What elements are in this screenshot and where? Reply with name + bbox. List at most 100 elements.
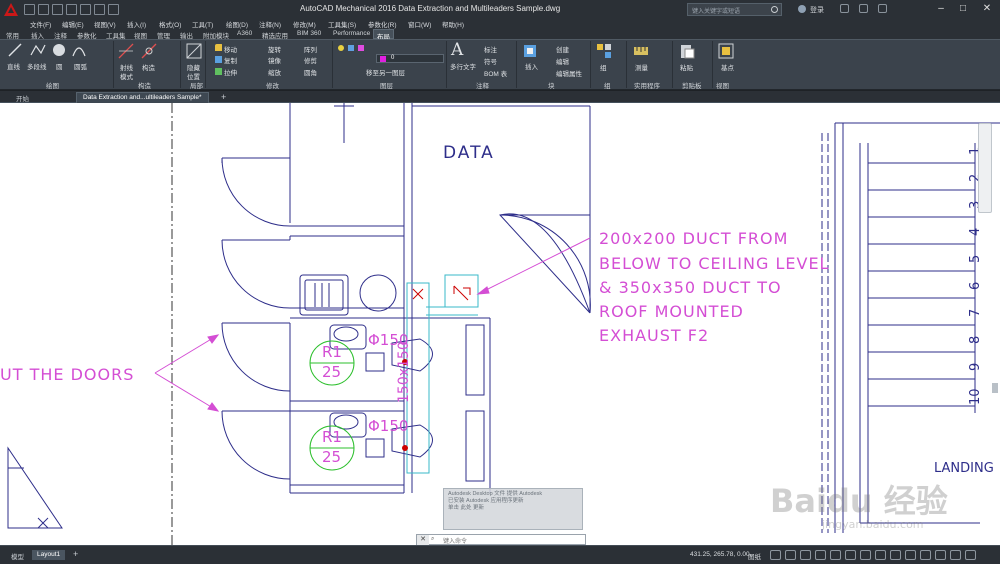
- snap-icon[interactable]: [785, 550, 796, 560]
- tab-performance[interactable]: Performance: [330, 29, 373, 39]
- polyline-button[interactable]: 多段线: [27, 61, 47, 71]
- insert-block-icon[interactable]: [522, 43, 538, 59]
- command-input[interactable]: 键入命令: [443, 536, 467, 545]
- print-icon[interactable]: [80, 4, 91, 15]
- lineweight-icon[interactable]: [845, 550, 856, 560]
- draw-group-label[interactable]: 绘图: [46, 80, 59, 90]
- ray-icon[interactable]: [118, 43, 134, 59]
- arc-button[interactable]: 圆弧: [74, 61, 87, 71]
- view-group-label[interactable]: 视图: [716, 80, 729, 90]
- tab-output[interactable]: 输出: [177, 29, 196, 40]
- circle-button[interactable]: 圆: [56, 61, 63, 71]
- fillet-button[interactable]: 圆角: [304, 67, 317, 77]
- fullscreen-icon[interactable]: [920, 550, 931, 560]
- move-to-layer-button[interactable]: 移至另一图层: [366, 67, 405, 77]
- open-icon[interactable]: [38, 4, 49, 15]
- cart-icon[interactable]: [840, 4, 849, 13]
- construct-group-label[interactable]: 构造: [138, 80, 151, 90]
- hardware-accel-icon[interactable]: [905, 550, 916, 560]
- annotation-group-label[interactable]: 注释: [476, 80, 489, 90]
- tab-layout[interactable]: 布局: [373, 29, 394, 41]
- scale-button[interactable]: 缩放: [268, 67, 281, 77]
- base-view-icon[interactable]: [718, 43, 734, 59]
- autocad-logo-icon[interactable]: [4, 3, 18, 16]
- workspace-icon[interactable]: [875, 550, 886, 560]
- tab-addins[interactable]: 附加模块: [200, 29, 232, 40]
- new-tab-button[interactable]: +: [221, 92, 226, 102]
- menu-insert[interactable]: 插入(I): [127, 19, 146, 29]
- close-button[interactable]: ✕: [976, 2, 998, 16]
- bom-button[interactable]: BOM 表: [484, 68, 507, 78]
- menu-help[interactable]: 帮助(H): [442, 19, 464, 29]
- annotation-scale-icon[interactable]: [860, 550, 871, 560]
- osnap-icon[interactable]: [830, 550, 841, 560]
- search-input[interactable]: 键入关键字或短语: [687, 3, 782, 16]
- dimension-button[interactable]: 标注: [484, 44, 497, 54]
- arc-icon[interactable]: [72, 43, 86, 57]
- rotate-button[interactable]: 旋转: [268, 44, 281, 54]
- symbol-button[interactable]: 符号: [484, 56, 497, 66]
- menu-window[interactable]: 窗口(W): [408, 19, 431, 29]
- groups-group-label[interactable]: 组: [604, 80, 611, 90]
- grid-icon[interactable]: [770, 550, 781, 560]
- menu-tools[interactable]: 工具(T): [192, 19, 213, 29]
- close-icon[interactable]: ✕: [417, 535, 429, 545]
- create-block-button[interactable]: 创建: [556, 44, 569, 54]
- measure-icon[interactable]: [633, 43, 649, 59]
- block-group-label[interactable]: 块: [548, 80, 555, 90]
- trim-button[interactable]: 修剪: [304, 55, 317, 65]
- user-icon[interactable]: [798, 5, 806, 13]
- search-icon[interactable]: [771, 6, 778, 13]
- edit-attributes-button[interactable]: 编辑属性: [556, 68, 582, 78]
- insert-button[interactable]: 插入: [525, 61, 538, 71]
- polyline-icon[interactable]: [30, 43, 46, 57]
- isolate-icon[interactable]: [890, 550, 901, 560]
- menu-view[interactable]: 视图(V): [94, 19, 116, 29]
- edit-block-button[interactable]: 编辑: [556, 56, 569, 66]
- hide-icon[interactable]: [186, 43, 202, 59]
- layer-state-icons[interactable]: [338, 44, 372, 52]
- paste-icon[interactable]: [679, 43, 695, 59]
- command-search-icon[interactable]: ⌕: [431, 536, 434, 543]
- paste-button[interactable]: 粘贴: [680, 62, 693, 72]
- ortho-icon[interactable]: [800, 550, 811, 560]
- menu-icon[interactable]: [950, 550, 961, 560]
- vertical-scrollbar[interactable]: [992, 383, 998, 393]
- tab-parametric[interactable]: 参数化: [74, 29, 100, 40]
- line-button[interactable]: 直线: [7, 61, 20, 71]
- maximize-button[interactable]: □: [952, 2, 974, 16]
- tab-featured-apps[interactable]: 精选应用: [259, 29, 291, 40]
- copy-button[interactable]: 复制: [224, 55, 237, 65]
- menu-annotate[interactable]: 注释(N): [259, 19, 281, 29]
- tab-view[interactable]: 视图: [131, 29, 150, 40]
- group-icon[interactable]: [596, 43, 612, 59]
- minimize-button[interactable]: –: [930, 2, 952, 16]
- tab-drawing[interactable]: Data Extraction and...ultileaders Sample…: [76, 92, 209, 103]
- tab-layout1[interactable]: Layout1: [32, 550, 66, 560]
- move-button[interactable]: 移动: [224, 44, 237, 54]
- polar-icon[interactable]: [815, 550, 826, 560]
- tab-bim360[interactable]: BIM 360: [294, 29, 324, 39]
- menu-modify[interactable]: 修改(M): [293, 19, 316, 29]
- tab-model[interactable]: 模型: [6, 550, 29, 561]
- command-line[interactable]: ✕ ⌕ 键入命令: [416, 534, 586, 545]
- multiline-text-button[interactable]: 多行文字: [450, 61, 476, 71]
- measure-button[interactable]: 测量: [635, 62, 648, 72]
- base-button[interactable]: 基点: [721, 62, 734, 72]
- exchange-icon[interactable]: [859, 4, 868, 13]
- layer-dropdown[interactable]: 0: [376, 54, 444, 63]
- layers-group-label[interactable]: 图层: [380, 80, 393, 90]
- construct-button[interactable]: 构造: [142, 62, 155, 72]
- tab-manage[interactable]: 管理: [154, 29, 173, 40]
- navigation-bar[interactable]: [978, 123, 992, 213]
- array-button[interactable]: 阵列: [304, 44, 317, 54]
- save-icon[interactable]: [52, 4, 63, 15]
- modify-group-label[interactable]: 修改: [266, 80, 279, 90]
- tab-annotate[interactable]: 注释: [51, 29, 70, 40]
- menu-format[interactable]: 格式(O): [159, 19, 181, 29]
- help-icon[interactable]: [878, 4, 887, 13]
- text-icon[interactable]: A: [451, 40, 463, 60]
- menu-file[interactable]: 文件(F): [30, 19, 51, 29]
- detail-group-label[interactable]: 局部: [190, 80, 203, 90]
- construct-icon[interactable]: [141, 43, 157, 59]
